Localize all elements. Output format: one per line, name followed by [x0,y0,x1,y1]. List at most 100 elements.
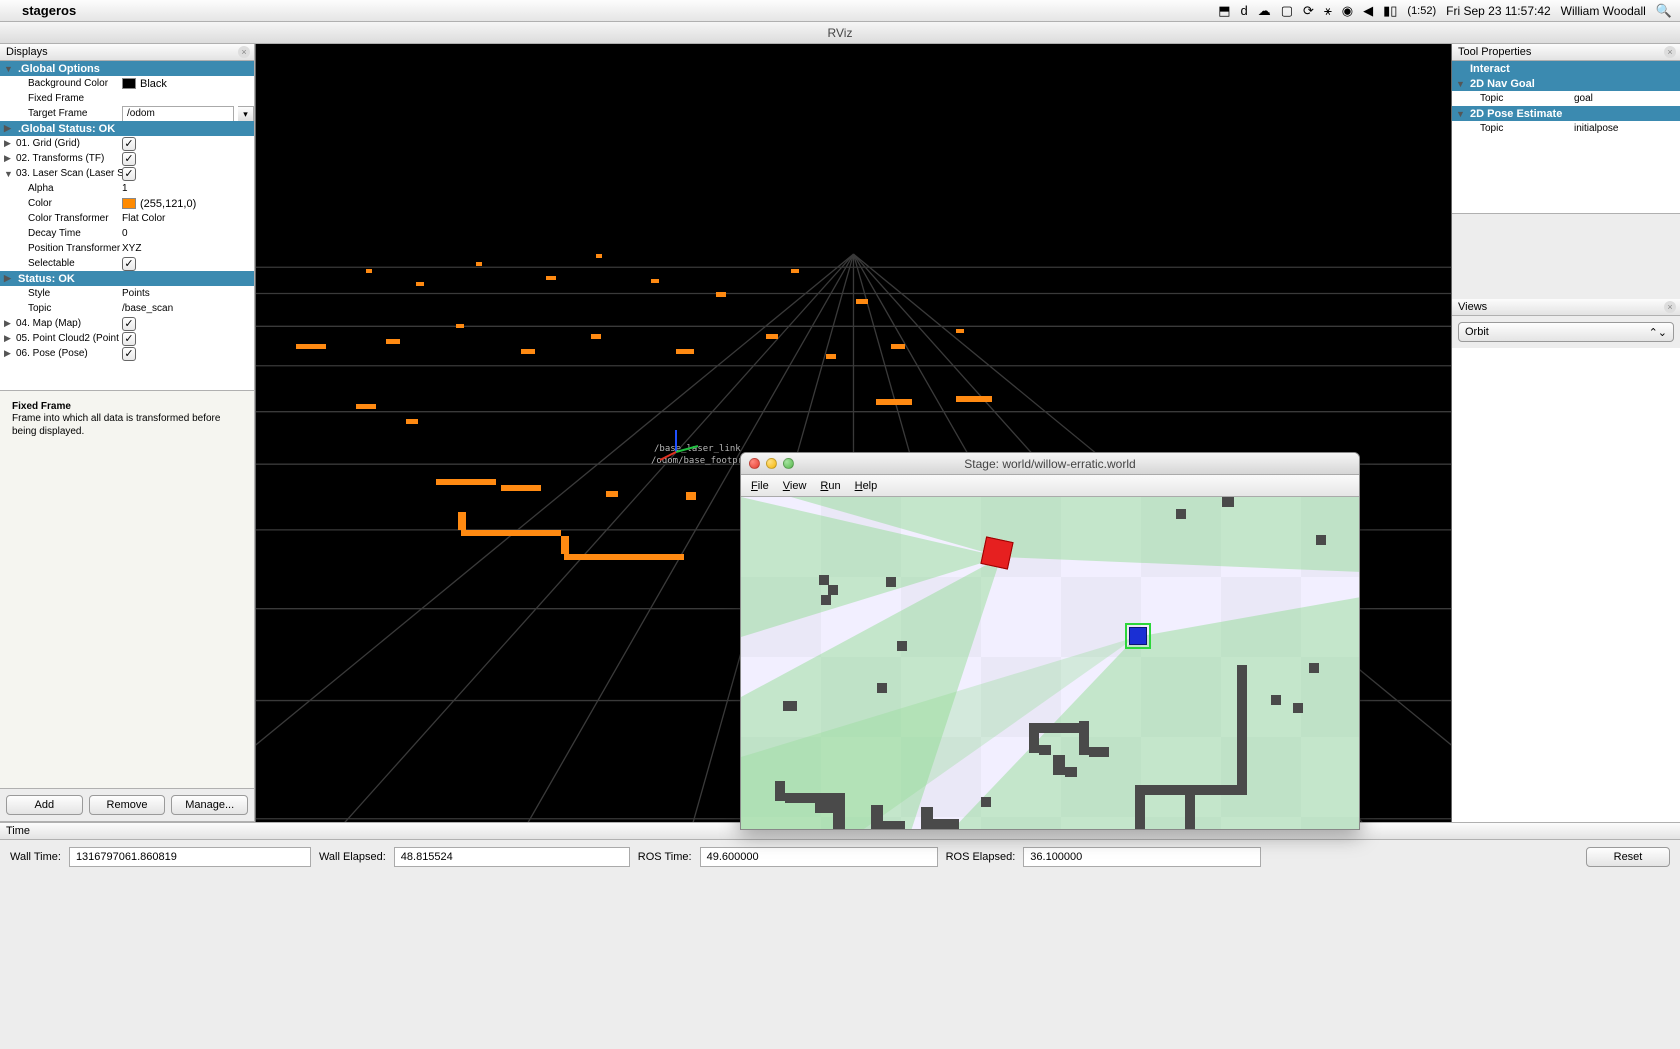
reset-button[interactable]: Reset [1586,847,1670,867]
laser-row[interactable]: ▼03. Laser Scan (Laser Sc✓ [0,166,254,181]
topic-row[interactable]: Topic/base_scan [0,301,254,316]
background-color-row[interactable]: Background ColorBlack [0,76,254,91]
obstacle [1222,497,1234,507]
user-name[interactable]: William Woodall [1561,4,1646,18]
ros-elapsed-field[interactable]: 36.100000 [1023,847,1261,867]
laser-point [564,554,684,560]
close-icon[interactable]: × [1664,301,1676,313]
chat-icon[interactable]: ☁ [1258,3,1271,19]
pc2-row[interactable]: ▶05. Point Cloud2 (Point✓ [0,331,254,346]
obstacle [1039,745,1051,755]
checkbox-icon[interactable]: ✓ [122,332,136,346]
global-options-label: .Global Options [18,63,100,75]
ros-elapsed-label: ROS Elapsed: [946,851,1016,863]
stage-titlebar[interactable]: Stage: world/willow-erratic.world [741,453,1359,475]
right-panel: Tool Properties × Interact ▼2D Nav Goal … [1452,44,1680,822]
dropdown-icon[interactable]: ▾ [238,106,254,122]
checkbox-icon[interactable]: ✓ [122,257,136,271]
remove-button[interactable]: Remove [89,795,166,815]
run-menu[interactable]: Run [820,480,840,492]
obstacle [1293,703,1303,713]
views-list[interactable] [1452,348,1680,822]
ros-time-label: ROS Time: [638,851,692,863]
laser-point [561,536,569,554]
alpha-row[interactable]: Alpha1 [0,181,254,196]
close-icon[interactable]: × [1664,46,1676,58]
tool-properties-tree[interactable]: Interact ▼2D Nav Goal Topicgoal ▼2D Pose… [1452,61,1680,214]
wall-time-field[interactable]: 1316797061.860819 [69,847,311,867]
close-icon[interactable]: × [238,46,250,58]
global-status-header[interactable]: ▶.Global Status: OK [0,121,254,136]
nav-goal-header[interactable]: ▼2D Nav Goal [1452,76,1680,91]
displays-tree[interactable]: ▼.Global Options Background ColorBlack F… [0,61,254,391]
battery-icon[interactable]: ▮▯ [1383,3,1397,19]
interact-header[interactable]: Interact [1452,61,1680,76]
global-options-header[interactable]: ▼.Global Options [0,61,254,76]
wall-elapsed-field[interactable]: 48.815524 [394,847,630,867]
file-menu[interactable]: File [751,480,769,492]
alpha-label: Alpha [14,183,122,194]
displays-title-label: Displays [6,46,48,58]
ros-time-field[interactable]: 49.600000 [700,847,938,867]
pose-row[interactable]: ▶06. Pose (Pose)✓ [0,346,254,361]
robot-blue [1129,627,1147,645]
pose-topic-label: Topic [1466,123,1574,134]
grid-row[interactable]: ▶01. Grid (Grid)✓ [0,136,254,151]
wifi-icon[interactable]: ◉ [1342,3,1353,19]
checkbox-icon[interactable]: ✓ [122,152,136,166]
pose-topic-value: initialpose [1574,123,1680,134]
color-row[interactable]: Color(255,121,0) [0,196,254,211]
help-menu[interactable]: Help [855,480,878,492]
style-row[interactable]: StylePoints [0,286,254,301]
color-transformer-row[interactable]: Color TransformerFlat Color [0,211,254,226]
black-swatch [122,78,136,89]
pose-est-header[interactable]: ▼2D Pose Estimate [1452,106,1680,121]
obstacle [1185,795,1195,830]
laser-point [956,396,992,402]
checkbox-icon[interactable]: ✓ [122,347,136,361]
obstacle [1309,663,1319,673]
app-name[interactable]: stageros [22,3,76,18]
orange-swatch [122,198,136,209]
manage-button[interactable]: Manage... [171,795,248,815]
volume-icon[interactable]: ◀ [1363,3,1373,19]
laser-point [606,491,618,497]
tf-axes-icon [656,424,716,464]
laser-cones [741,497,1359,830]
laser-status-header[interactable]: ▶Status: OK [0,271,254,286]
stage-canvas[interactable] [741,497,1359,830]
spotlight-icon[interactable]: 🔍 [1656,3,1672,19]
sync-icon[interactable]: ⟳ [1303,3,1314,19]
laser-point [546,276,556,280]
bluetooth-icon[interactable]: ⚹ [1324,3,1332,19]
decay-row[interactable]: Decay Time0 [0,226,254,241]
map-row[interactable]: ▶04. Map (Map)✓ [0,316,254,331]
robot-red [980,536,1013,569]
pc2-label: 05. Point Cloud2 (Point [14,333,122,344]
laser-point [456,324,464,328]
d-icon[interactable]: d [1241,3,1248,18]
laser-point [416,282,424,286]
pose-topic-row[interactable]: Topicinitialpose [1452,121,1680,136]
dropbox-icon[interactable]: ⬒ [1218,3,1230,19]
tf-row[interactable]: ▶02. Transforms (TF)✓ [0,151,254,166]
checkbox-icon[interactable]: ✓ [122,317,136,331]
laser-point [826,354,836,359]
position-transformer-row[interactable]: Position TransformerXYZ [0,241,254,256]
display-icon[interactable]: ▢ [1281,3,1293,19]
stage-window[interactable]: Stage: world/willow-erratic.world File V… [740,452,1360,830]
fixed-frame-row[interactable]: Fixed Frame [0,91,254,106]
selectable-row[interactable]: Selectable✓ [0,256,254,271]
target-frame-row[interactable]: Target Frame/odom▾ [0,106,254,121]
add-button[interactable]: Add [6,795,83,815]
clock[interactable]: Fri Sep 23 11:57:42 [1446,4,1551,18]
view-menu[interactable]: View [783,480,807,492]
checkbox-icon[interactable]: ✓ [122,137,136,151]
selectable-label: Selectable [14,258,122,269]
obstacle [785,793,845,803]
target-frame-value[interactable]: /odom [122,106,234,122]
desc-text: Frame into which all data is transformed… [12,413,220,437]
checkbox-icon[interactable]: ✓ [122,167,136,181]
nav-topic-row[interactable]: Topicgoal [1452,91,1680,106]
views-select[interactable]: Orbit ⌃⌄ [1458,322,1674,342]
